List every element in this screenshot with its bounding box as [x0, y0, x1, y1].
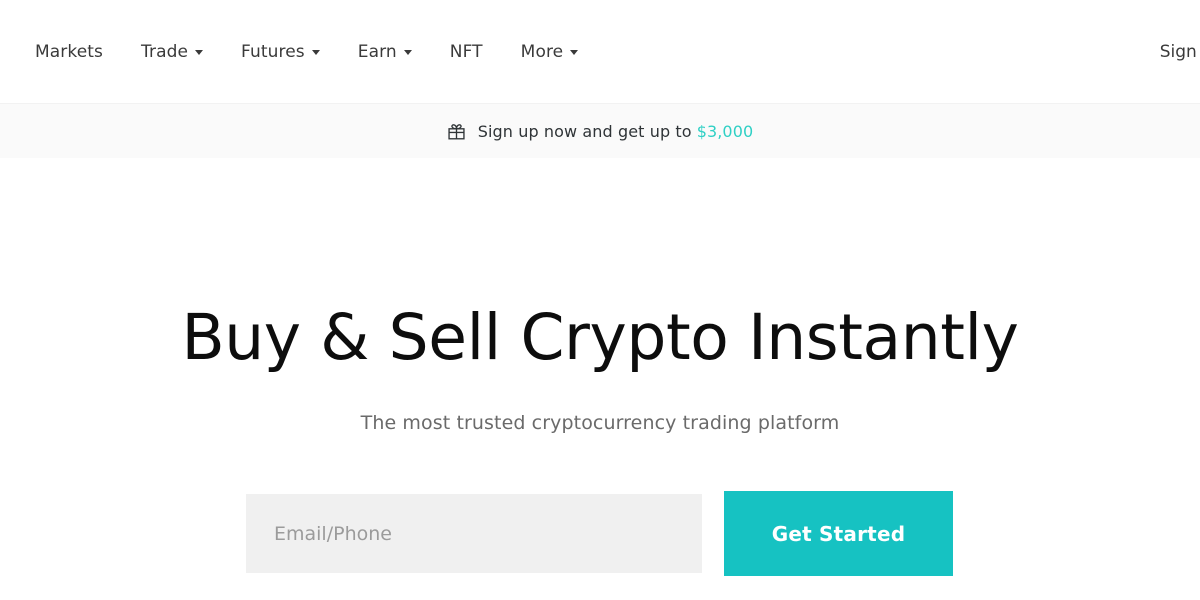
- get-started-button[interactable]: Get Started: [724, 491, 953, 576]
- nav-item-trade[interactable]: Trade: [141, 42, 204, 62]
- landing-page: Markets Trade Futures Earn NFT More Sign…: [0, 0, 1200, 600]
- chevron-down-icon: [311, 50, 320, 55]
- sign-in-label: Sign In: [1159, 41, 1200, 62]
- promo-banner-content: Sign up now and get up to $3,000: [447, 122, 754, 141]
- promo-banner-amount: $3,000: [696, 121, 754, 141]
- nav-item-label: Futures: [241, 42, 305, 62]
- nav-item-label: Markets: [35, 42, 103, 62]
- promo-banner[interactable]: Sign up now and get up to $3,000: [0, 103, 1200, 158]
- site-header: Markets Trade Futures Earn NFT More Sign: [0, 0, 1200, 103]
- nav-item-futures[interactable]: Futures: [241, 42, 320, 62]
- email-phone-input[interactable]: [246, 494, 702, 573]
- sign-in-link[interactable]: Sign In: [1160, 0, 1200, 103]
- chevron-down-icon: [403, 50, 412, 55]
- nav-item-label: NFT: [449, 42, 483, 62]
- nav-item-earn[interactable]: Earn: [357, 42, 412, 62]
- chevron-down-icon: [195, 50, 204, 55]
- nav-item-nft[interactable]: NFT: [449, 42, 483, 62]
- gift-icon: [448, 123, 465, 139]
- chevron-down-icon: [570, 50, 579, 55]
- hero-section: Buy & Sell Crypto Instantly The most tru…: [0, 158, 1200, 600]
- main-navigation: Markets Trade Futures Earn NFT More: [0, 0, 616, 103]
- nav-item-label: Trade: [141, 42, 189, 62]
- nav-item-more[interactable]: More: [520, 42, 579, 62]
- nav-item-markets[interactable]: Markets: [35, 42, 103, 62]
- nav-item-label: Earn: [357, 42, 397, 62]
- page-subtitle: The most trusted cryptocurrency trading …: [360, 412, 840, 434]
- page-title: Buy & Sell Crypto Instantly: [181, 301, 1019, 374]
- promo-banner-text: Sign up now and get up to: [477, 121, 692, 141]
- nav-item-label: More: [520, 42, 564, 62]
